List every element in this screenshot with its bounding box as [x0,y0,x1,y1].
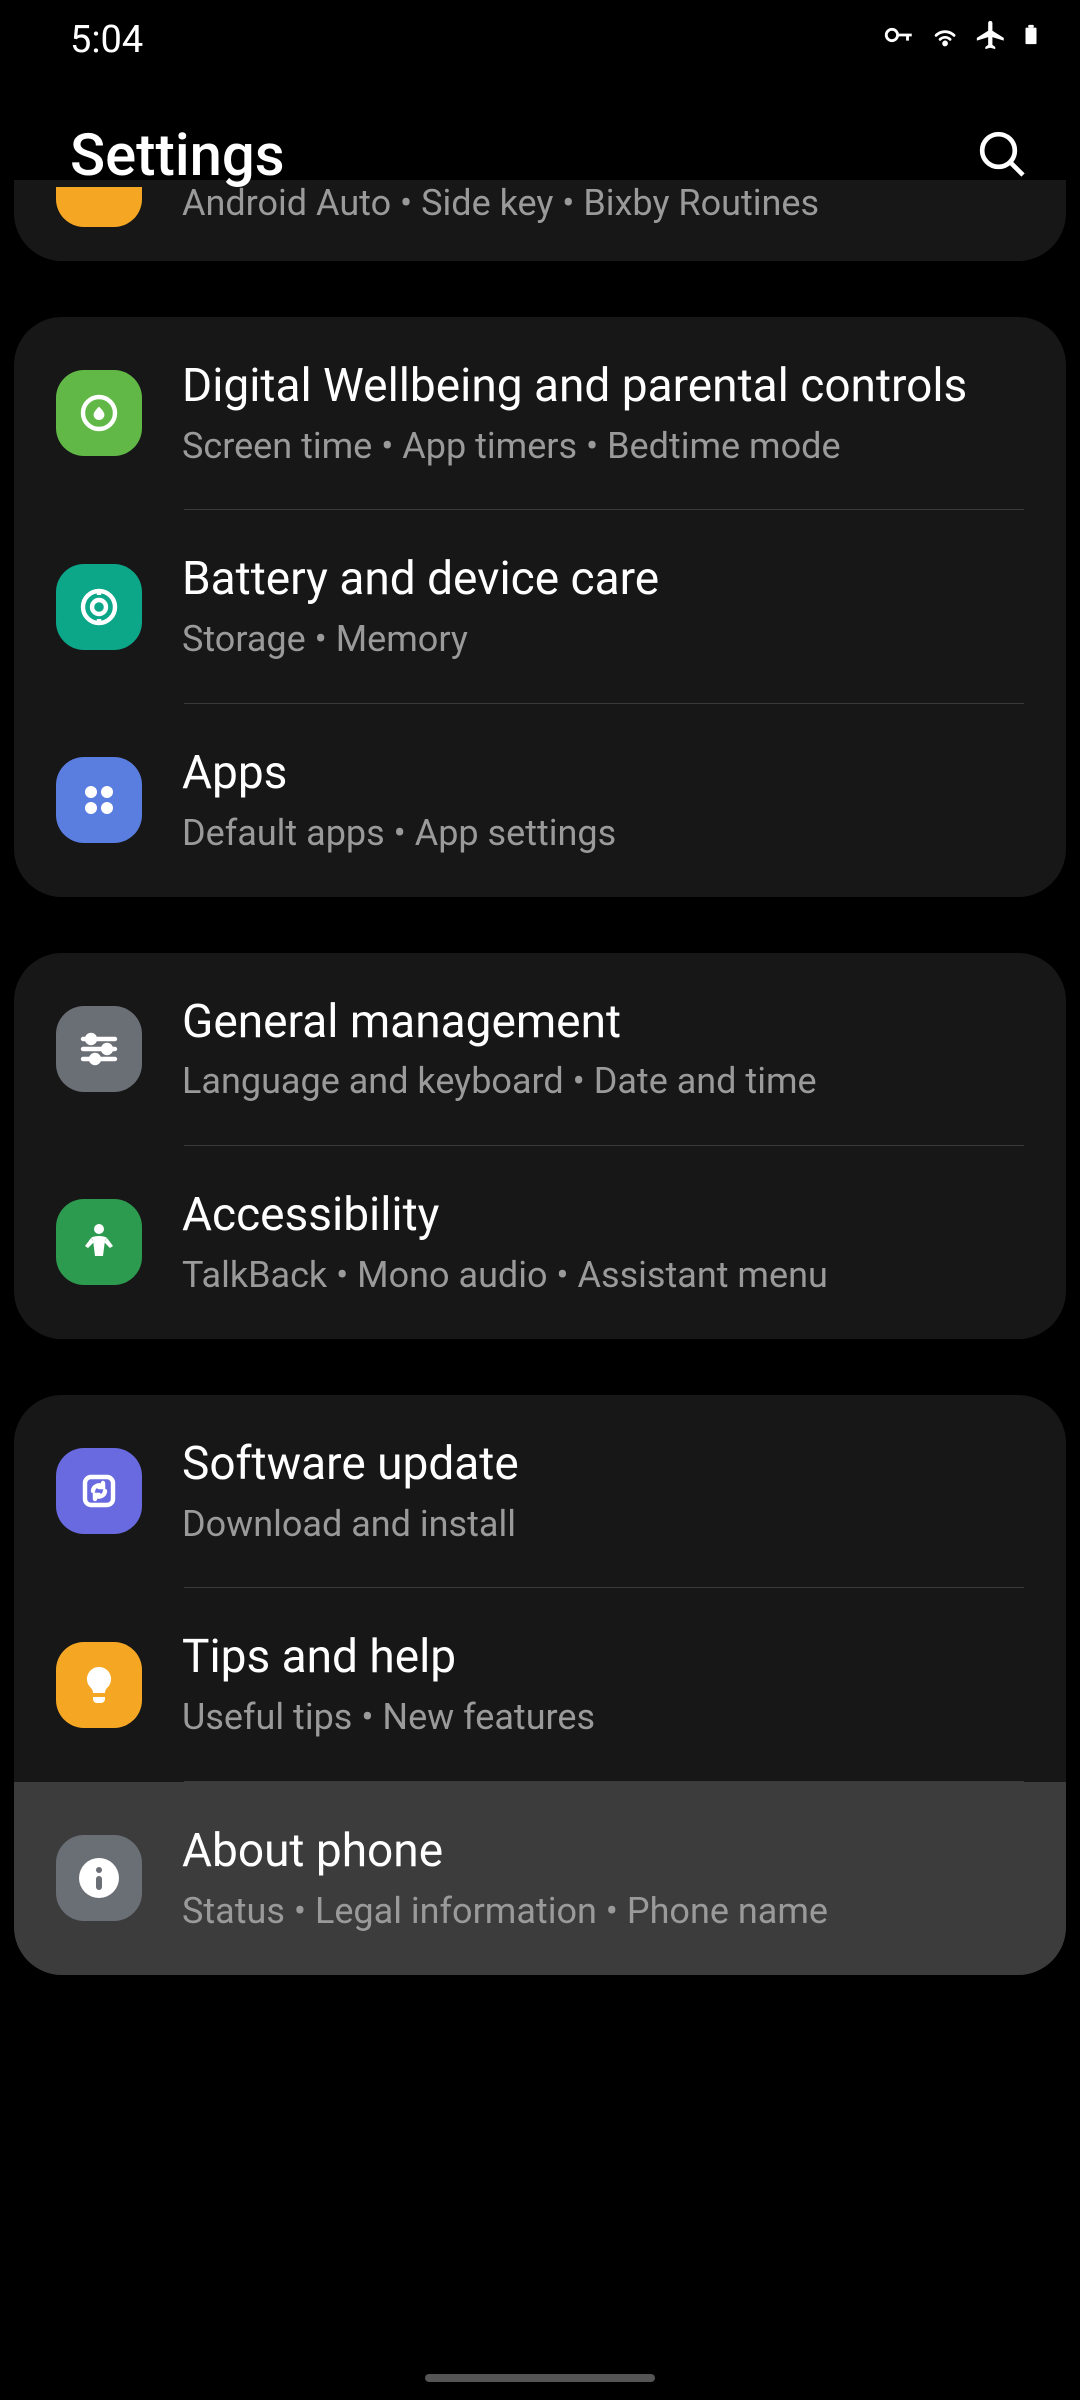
settings-item-general[interactable]: General management Language and keyboard … [14,953,1066,1146]
settings-item-subtitle: Status • Legal information • Phone name [182,1888,1024,1935]
navigation-handle[interactable] [425,2374,655,2382]
battery-icon [56,564,142,650]
settings-item-title: Apps [182,744,1024,804]
settings-item-tips[interactable]: Tips and help Useful tips • New features [14,1588,1066,1781]
settings-item-accessibility[interactable]: Accessibility TalkBack • Mono audio • Ass… [14,1146,1066,1339]
settings-item-subtitle: Language and keyboard • Date and time [182,1058,1024,1105]
settings-item-title: Digital Wellbeing and parental controls [182,357,1024,417]
settings-item-subtitle: Screen time • App timers • Bedtime mode [182,423,1024,470]
wifi-icon [928,18,962,62]
search-icon [974,126,1030,182]
status-icons [882,18,1042,62]
settings-item-title: Tips and help [182,1628,1024,1688]
settings-list: Android Auto • Side key • Bixby Routines… [0,180,1080,1975]
settings-item-title: Battery and device care [182,550,1024,610]
settings-item-software-update[interactable]: Software update Download and install [14,1395,1066,1588]
apps-icon [56,757,142,843]
settings-item-title: Accessibility [182,1186,1024,1246]
accessibility-icon [56,1199,142,1285]
about-icon [56,1835,142,1921]
settings-item-title: About phone [182,1822,1024,1882]
settings-item-battery[interactable]: Battery and device care Storage • Memory [14,510,1066,703]
settings-item-advanced[interactable]: Android Auto • Side key • Bixby Routines [14,180,1066,261]
settings-group: Digital Wellbeing and parental controls S… [14,317,1066,897]
battery-icon [1020,18,1042,62]
settings-item-subtitle: TalkBack • Mono audio • Assistant menu [182,1252,1024,1299]
search-button[interactable] [974,126,1030,186]
tips-icon [56,1642,142,1728]
settings-item-subtitle: Download and install [182,1501,1024,1548]
general-icon [56,1006,142,1092]
vpn-key-icon [882,18,916,62]
settings-item-subtitle: Useful tips • New features [182,1694,1024,1741]
settings-item-subtitle: Storage • Memory [182,616,1024,663]
airplane-icon [974,18,1008,62]
status-time: 5:04 [70,18,143,62]
settings-item-digital-wellbeing[interactable]: Digital Wellbeing and parental controls S… [14,317,1066,510]
settings-item-apps[interactable]: Apps Default apps • App settings [14,704,1066,897]
settings-item-subtitle: Default apps • App settings [182,810,1024,857]
settings-item-title: General management [182,993,1024,1053]
settings-item-subtitle: Android Auto • Side key • Bixby Routines [182,180,1024,227]
settings-item-about[interactable]: About phone Status • Legal information • … [14,1782,1066,1975]
settings-group: General management Language and keyboard … [14,953,1066,1339]
status-bar: 5:04 [0,0,1080,72]
settings-item-title: Software update [182,1435,1024,1495]
digital-wellbeing-icon [56,370,142,456]
software-update-icon [56,1448,142,1534]
settings-group: Software update Download and install Tips … [14,1395,1066,1975]
settings-group-partial: Android Auto • Side key • Bixby Routines [14,180,1066,261]
advanced-icon [56,187,142,227]
